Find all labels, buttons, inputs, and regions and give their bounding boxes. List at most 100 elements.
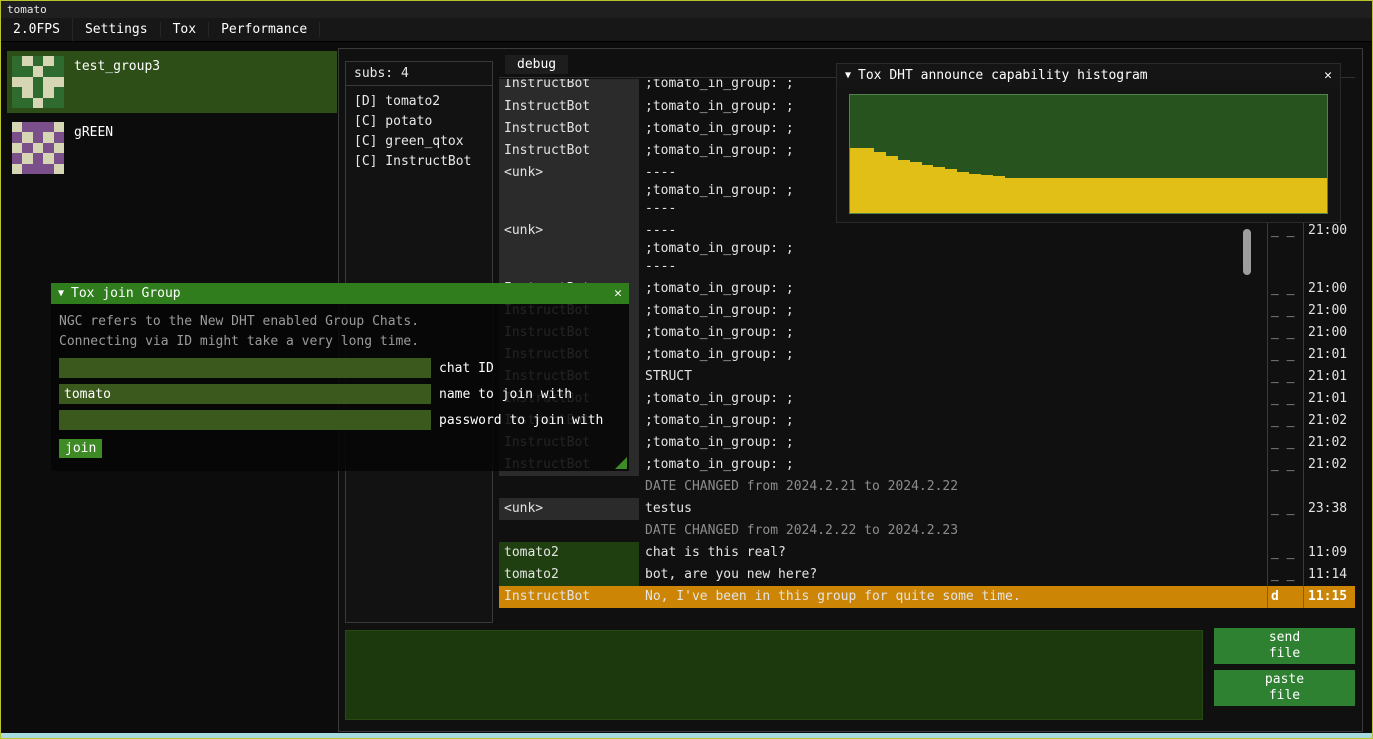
group-avatar (12, 122, 64, 174)
message-flags: _ _ (1267, 278, 1303, 300)
message-input[interactable] (345, 630, 1203, 720)
date-separator-row: DATE CHANGED from 2024.2.22 to 2024.2.23 (499, 520, 1355, 542)
histogram-bar (981, 175, 993, 213)
message-sender: InstructBot (499, 586, 639, 608)
histogram-bar (1232, 178, 1244, 213)
close-icon[interactable]: ✕ (614, 283, 622, 304)
histogram-window: ▼ Tox DHT announce capability histogram … (836, 63, 1341, 223)
message-time: 21:02 (1303, 454, 1355, 476)
message-time: 21:00 (1303, 278, 1355, 300)
message-text: ;tomato_in_group: ; (639, 344, 1267, 366)
message-time: 23:38 (1303, 498, 1355, 520)
message-time: 21:00 (1303, 300, 1355, 322)
menu-settings[interactable]: Settings (73, 22, 161, 37)
message-flags: _ _ (1267, 454, 1303, 476)
message-time: 21:01 (1303, 366, 1355, 388)
resize-grip-icon[interactable] (615, 457, 627, 469)
window-titlebar: tomato (1, 1, 1372, 18)
subs-item: [C] green_qtox (354, 132, 484, 152)
histogram-bar (1005, 178, 1017, 213)
histogram-bar (898, 160, 910, 213)
histogram-bar (1077, 178, 1089, 213)
histogram-bar (1255, 178, 1267, 213)
message-text: DATE CHANGED from 2024.2.21 to 2024.2.22 (639, 476, 1267, 498)
window-title: tomato (7, 3, 47, 16)
message-text: ;tomato_in_group: ; (639, 410, 1267, 432)
app-window: tomato 2.0FPS SettingsToxPerformance tes… (0, 0, 1373, 739)
group-avatar (12, 56, 64, 108)
menu-bar: 2.0FPS SettingsToxPerformance (1, 18, 1372, 42)
histogram-bar (1053, 178, 1065, 213)
histogram-bar (1208, 178, 1220, 213)
message-text: bot, are you new here? (639, 564, 1267, 586)
message-text: No, I've been in this group for quite so… (639, 586, 1267, 608)
message-flags: _ _ (1267, 300, 1303, 322)
histogram-bar (1196, 178, 1208, 213)
message-flags: _ _ (1267, 220, 1303, 278)
group-item-test_group3[interactable]: test_group3 (7, 51, 337, 113)
message-text: ;tomato_in_group: ; (639, 388, 1267, 410)
histogram-bar (1172, 178, 1184, 213)
collapse-icon[interactable]: ▼ (845, 64, 851, 87)
date-separator-row: DATE CHANGED from 2024.2.21 to 2024.2.22 (499, 476, 1355, 498)
message-text: STRUCT (639, 366, 1267, 388)
join-name-label: name to join with (439, 387, 572, 402)
message-row: tomato2bot, are you new here?_ _11:14 (499, 564, 1355, 586)
message-flags: _ _ (1267, 432, 1303, 454)
message-sender: <unk> (499, 220, 639, 278)
join-group-titlebar: ▼ Tox join Group ✕ (51, 283, 629, 304)
histogram-bar (850, 148, 862, 213)
message-sender (499, 520, 639, 542)
subs-item: [C] InstructBot (354, 152, 484, 172)
paste-file-button[interactable]: paste file (1214, 670, 1355, 706)
subs-item: [C] potato (354, 112, 484, 132)
message-flags: d (1267, 586, 1303, 608)
tab-debug[interactable]: debug (505, 55, 568, 74)
message-text: ;tomato_in_group: ; (639, 278, 1267, 300)
histogram-bar (1315, 178, 1327, 213)
join-password-label: password to join with (439, 413, 603, 428)
message-text: chat is this real? (639, 542, 1267, 564)
histogram-bar (886, 156, 898, 213)
histogram-bar (1148, 178, 1160, 213)
message-time: 21:02 (1303, 410, 1355, 432)
message-sender: tomato2 (499, 564, 639, 586)
message-text: testus (639, 498, 1267, 520)
join-button[interactable]: join (59, 439, 102, 458)
menu-tox[interactable]: Tox (161, 22, 209, 37)
group-item-gREEN[interactable]: gREEN (7, 117, 337, 179)
histogram-title: Tox DHT announce capability histogram (858, 64, 1148, 87)
histogram-bar (1160, 178, 1172, 213)
chat-id-label: chat ID (439, 361, 494, 376)
histogram-bar (1303, 178, 1315, 213)
message-text: ;tomato_in_group: ; (639, 322, 1267, 344)
message-time: 21:02 (1303, 432, 1355, 454)
histogram-bar (1041, 178, 1053, 213)
histogram-bar (1243, 178, 1255, 213)
histogram-bar (993, 176, 1005, 213)
histogram-bar (1291, 178, 1303, 213)
histogram-bar (922, 165, 934, 213)
chat-id-row: chat ID (59, 358, 621, 378)
collapse-icon[interactable]: ▼ (58, 283, 64, 304)
message-row: InstructBotNo, I've been in this group f… (499, 586, 1355, 608)
close-icon[interactable]: ✕ (1324, 64, 1332, 87)
message-text: ;tomato_in_group: ; (639, 300, 1267, 322)
message-sender: tomato2 (499, 542, 639, 564)
send-file-button[interactable]: send file (1214, 628, 1355, 664)
join-description-line2: Connecting via ID might take a very long… (59, 332, 621, 352)
fps-indicator: 2.0FPS (1, 18, 73, 41)
message-time: 11:09 (1303, 542, 1355, 564)
join-description-line1: NGC refers to the New DHT enabled Group … (59, 312, 621, 332)
join-password-input[interactable] (59, 410, 431, 430)
message-time (1303, 476, 1355, 498)
scrollbar-thumb[interactable] (1243, 229, 1251, 275)
chat-id-input[interactable] (59, 358, 431, 378)
histogram-bar (1267, 178, 1279, 213)
histogram-bar (1065, 178, 1077, 213)
message-row: tomato2chat is this real?_ _11:09 (499, 542, 1355, 564)
histogram-bar (1112, 178, 1124, 213)
message-flags: _ _ (1267, 410, 1303, 432)
menu-performance[interactable]: Performance (209, 22, 320, 37)
join-name-input[interactable] (59, 384, 431, 404)
